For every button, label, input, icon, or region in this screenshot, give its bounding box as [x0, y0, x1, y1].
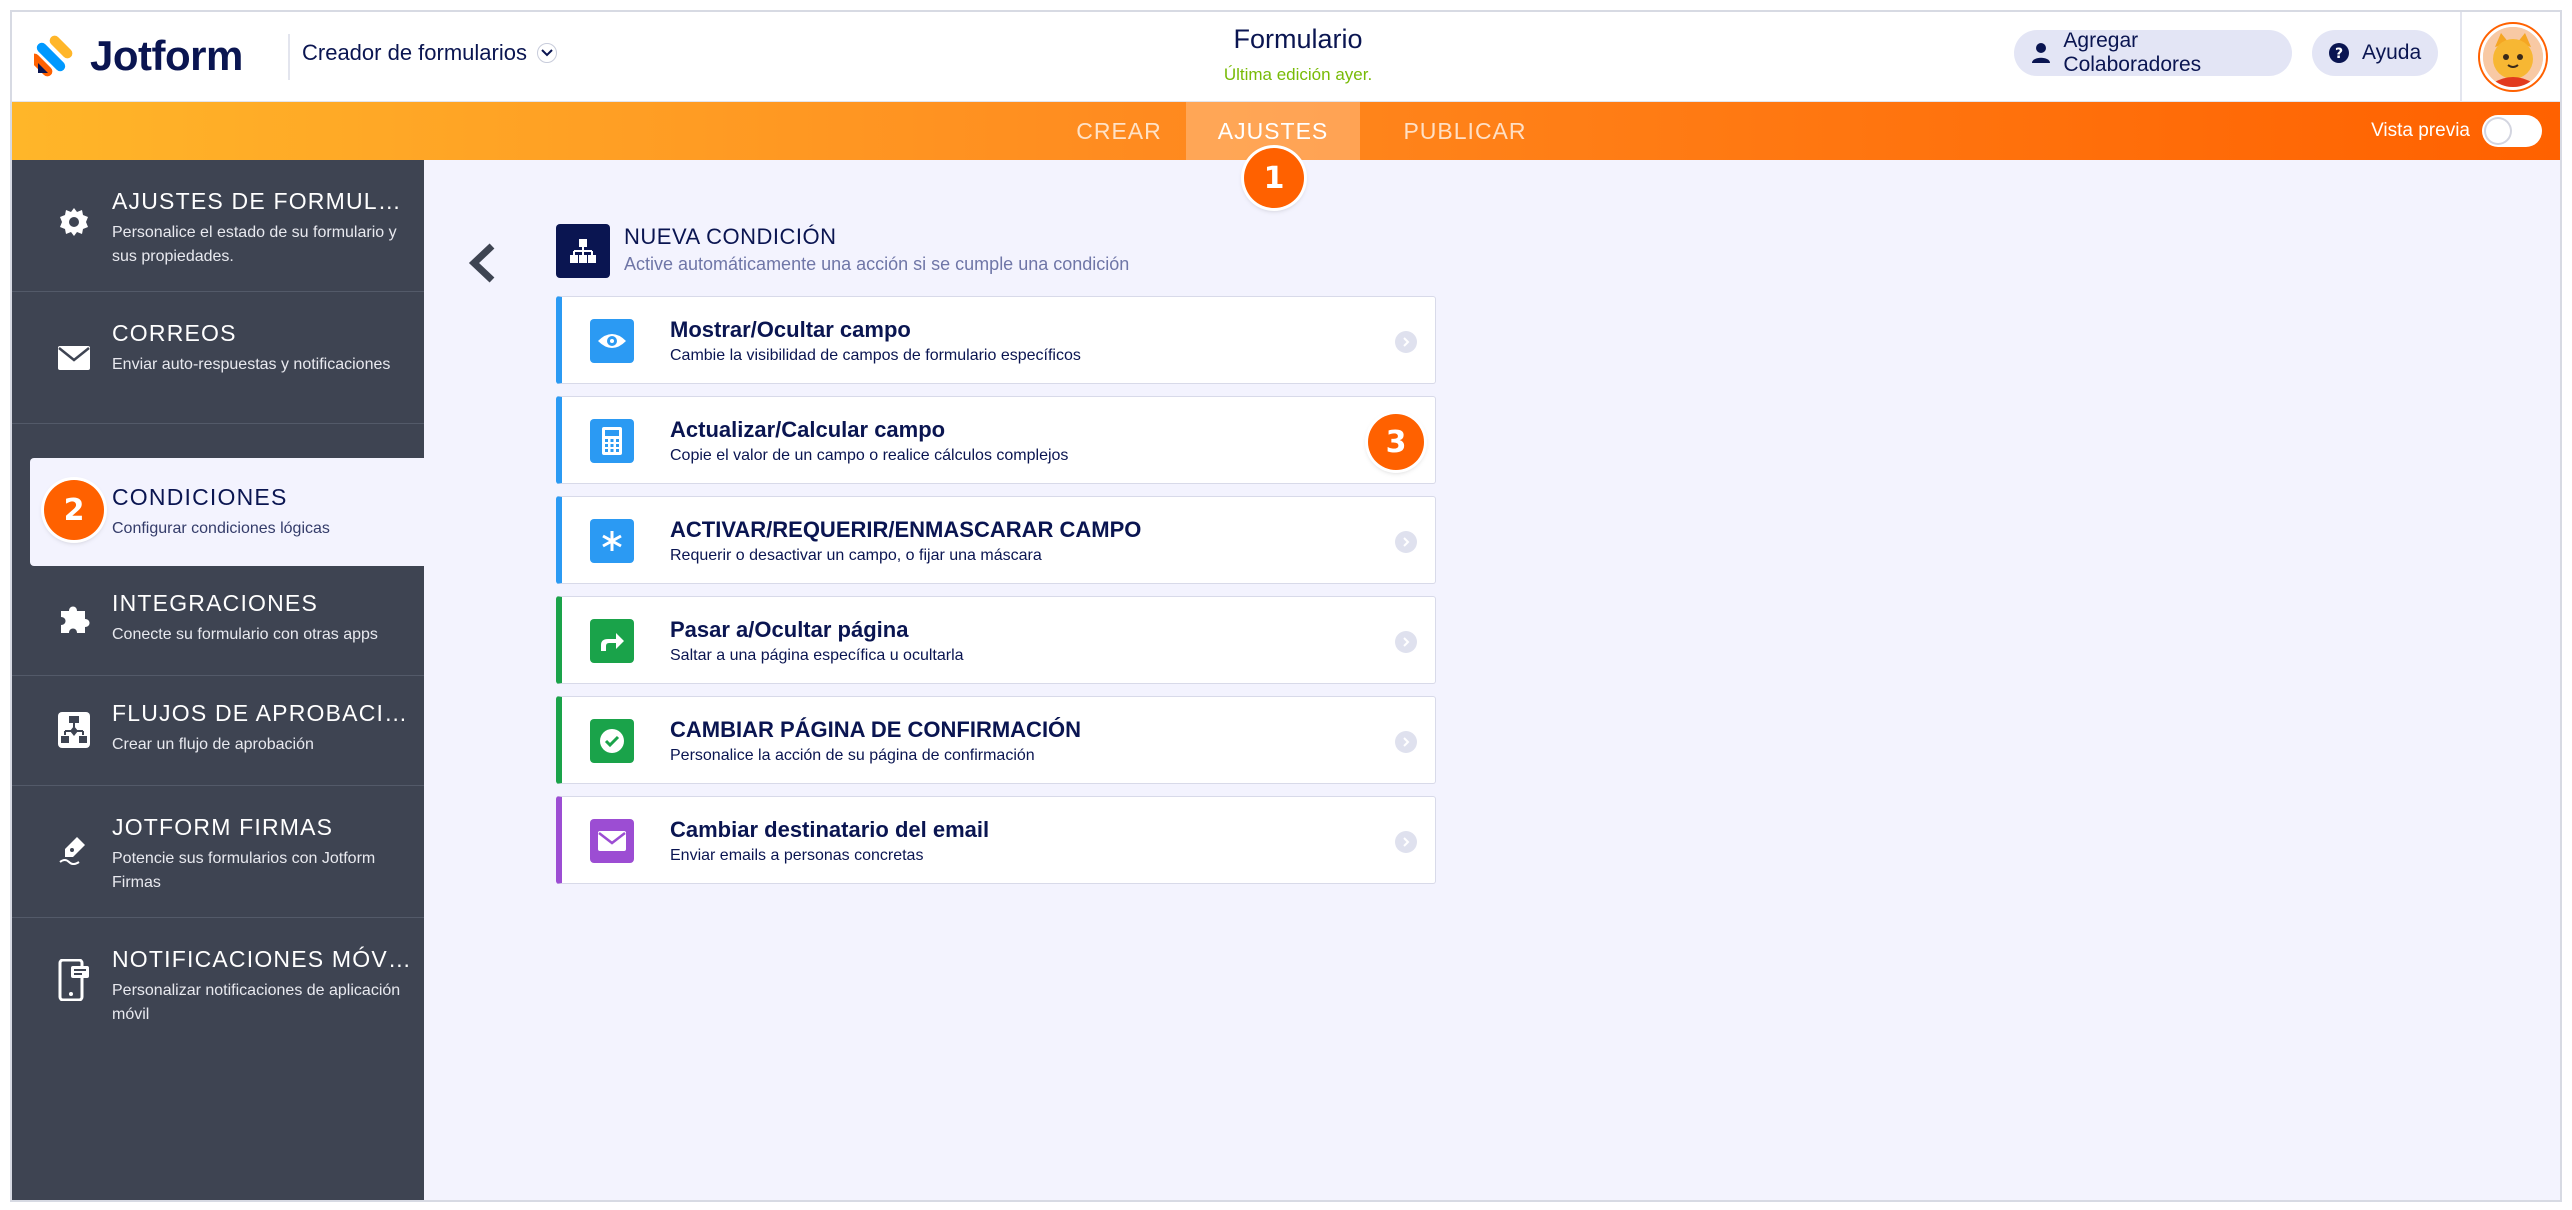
sidebar-item-desc: Potencie sus formularios con Jotform Fir…: [112, 850, 376, 891]
sidebar-item-title: INTEGRACIONES: [112, 590, 319, 616]
card-change-email-recipient[interactable]: Cambiar destinatario del email Enviar em…: [556, 796, 1436, 884]
builder-dropdown[interactable]: Creador de formularios: [302, 40, 557, 66]
preview-toggle[interactable]: [2482, 115, 2542, 147]
sidebar-item-approval-flows[interactable]: FLUJOS DE APROBACIÓN Crear un flujo de a…: [12, 676, 424, 786]
app-window: Jotform Creador de formularios Formulari…: [10, 10, 2562, 1202]
card-update-calculate-field[interactable]: Actualizar/Calcular campo Copie el valor…: [556, 396, 1436, 484]
sidebar-item-desc: Crear un flujo de aprobación: [112, 736, 314, 753]
help-icon: ?: [2328, 42, 2350, 64]
condition-tree-icon: [556, 224, 610, 278]
toggle-knob: [2486, 119, 2510, 143]
card-title: Cambiar destinatario del email: [670, 817, 990, 842]
tab-crear[interactable]: CREAR: [1042, 102, 1196, 160]
help-label: Ayuda: [2362, 41, 2422, 64]
form-title[interactable]: Formulario: [1112, 24, 1484, 55]
skip-arrow-icon: [590, 619, 634, 663]
step-callout-3: 3: [1368, 414, 1424, 470]
last-edit-status: Última edición ayer.: [1223, 65, 1373, 84]
sidebar-item-title: NOTIFICACIONES MÓVILES: [112, 946, 414, 972]
card-enable-require-mask-field[interactable]: ACTIVAR/REQUERIR/ENMASCARAR CAMPO Requer…: [556, 496, 1436, 584]
check-circle-icon: [590, 719, 634, 763]
sidebar-item-title: AJUSTES DE FORMULARIO: [112, 188, 414, 214]
calculator-icon: [590, 419, 634, 463]
add-collaborators-button[interactable]: Agregar Colaboradores: [2014, 29, 2292, 76]
chevron-right-icon: [1395, 831, 1417, 853]
jotform-logo-icon: [34, 35, 73, 77]
gear-icon: [56, 204, 92, 240]
sidebar-item-desc: Personalizar notificaciones de aplicació…: [112, 982, 401, 1023]
chevron-right-icon: [1395, 731, 1417, 753]
step-callout-1: 1: [1244, 148, 1304, 208]
sidebar-item-desc: Conecte su formulario con otras apps: [112, 626, 378, 643]
sidebar-item-desc: Personalice el estado de su formulario y…: [112, 224, 397, 265]
tab-publicar[interactable]: PUBLICAR: [1382, 102, 1548, 160]
card-show-hide-field[interactable]: Mostrar/Ocultar campo Cambie la visibili…: [556, 296, 1436, 384]
chevron-right-icon: [1395, 331, 1417, 353]
add-collaborators-label: Agregar Colaboradores: [2063, 29, 2202, 76]
preview-label: Vista previa: [2371, 120, 2470, 141]
card-title: ACTIVAR/REQUERIR/ENMASCARAR CAMPO: [670, 517, 1142, 542]
sidebar-item-mobile-notifications[interactable]: NOTIFICACIONES MÓVILES Personalizar noti…: [12, 918, 424, 1050]
avatar-divider: [2460, 12, 2462, 102]
sidebar-item-form-settings[interactable]: AJUSTES DE FORMULARIO Personalice el est…: [12, 160, 424, 292]
card-change-thankyou-page[interactable]: CAMBIAR PÁGINA DE CONFIRMACIÓN Personali…: [556, 696, 1436, 784]
back-chevron-icon[interactable]: [462, 238, 502, 288]
chevron-down-icon: [536, 43, 557, 63]
settings-sidebar: AJUSTES DE FORMULARIO Personalice el est…: [12, 160, 424, 1200]
new-condition-title: NUEVA CONDICIÓN: [624, 224, 837, 249]
envelope-icon: [590, 819, 634, 863]
jotform-logo[interactable]: Jotform: [34, 30, 243, 82]
user-icon: [2030, 42, 2051, 64]
card-desc: Personalice la acción de su página de co…: [670, 747, 1035, 764]
card-title: Mostrar/Ocultar campo: [670, 317, 911, 342]
sidebar-item-emails[interactable]: CORREOS Enviar auto-respuestas y notific…: [12, 292, 424, 424]
sidebar-item-title: CORREOS: [112, 320, 237, 346]
puzzle-icon: [56, 600, 92, 636]
step-callout-2: 2: [44, 480, 104, 540]
mobile-notification-icon: [56, 959, 92, 1001]
new-condition-desc: Active automáticamente una acción si se …: [624, 254, 1130, 274]
sidebar-item-integrations[interactable]: INTEGRACIONES Conecte su formulario con …: [12, 566, 424, 676]
chevron-right-icon: [1395, 531, 1417, 553]
top-header: Jotform Creador de formularios Formulari…: [12, 12, 2560, 102]
header-divider: [288, 34, 290, 80]
sidebar-item-title: CONDICIONES: [112, 484, 288, 510]
avatar[interactable]: [2480, 24, 2546, 90]
form-title-block: Formulario Última edición ayer.: [1112, 24, 1484, 85]
card-desc: Requerir o desactivar un campo, o fijar …: [670, 547, 1042, 564]
card-title: Actualizar/Calcular campo: [670, 417, 946, 442]
card-title: CAMBIAR PÁGINA DE CONFIRMACIÓN: [670, 717, 1082, 742]
card-desc: Saltar a una página específica u ocultar…: [670, 647, 964, 664]
envelope-icon: [56, 340, 92, 376]
sidebar-item-title: JOTFORM FIRMAS: [112, 814, 334, 840]
card-title: Pasar a/Ocultar página: [670, 617, 909, 642]
card-desc: Cambie la visibilidad de campos de formu…: [670, 347, 1081, 364]
sidebar-item-desc: Configurar condiciones lógicas: [112, 520, 330, 537]
sidebar-item-desc: Enviar auto-respuestas y notificaciones: [112, 356, 391, 373]
card-desc: Enviar emails a personas concretas: [670, 847, 924, 864]
card-skip-hide-page[interactable]: Pasar a/Ocultar página Saltar a una pági…: [556, 596, 1436, 684]
asterisk-icon: [590, 519, 634, 563]
chevron-right-icon: [1395, 631, 1417, 653]
sidebar-item-jotform-sign[interactable]: JOTFORM FIRMAS Potencie sus formularios …: [12, 786, 424, 918]
preview-control: Vista previa: [2371, 115, 2542, 147]
sidebar-item-title: FLUJOS DE APROBACIÓN: [112, 700, 414, 726]
svg-text:?: ?: [2335, 46, 2343, 62]
help-button[interactable]: ? Ayuda: [2312, 30, 2438, 76]
logo-text: Jotform: [90, 32, 243, 79]
approval-flow-icon: [56, 712, 92, 748]
signature-pen-icon: [56, 830, 92, 866]
eye-icon: [590, 319, 634, 363]
card-desc: Copie el valor de un campo o realice cál…: [670, 447, 1069, 464]
builder-label: Creador de formularios: [302, 40, 527, 65]
